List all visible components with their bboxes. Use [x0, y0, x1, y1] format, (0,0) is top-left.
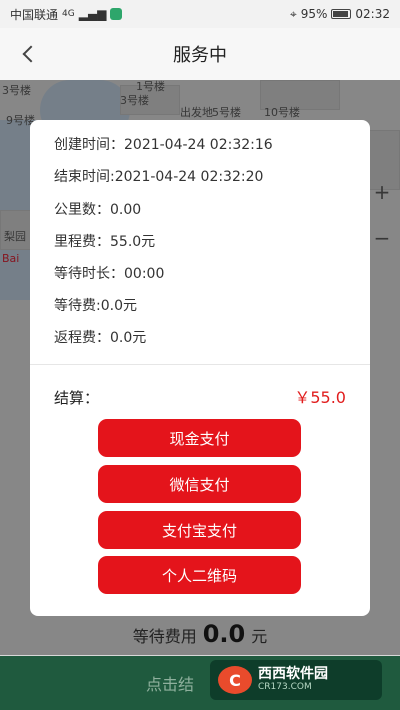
- divider: [30, 364, 370, 365]
- signal-icon: ▂▄▆: [78, 7, 107, 21]
- mileage-fee-row: 里程费：55.0元: [54, 231, 155, 251]
- row-label: 结束时间:: [54, 169, 115, 185]
- row-label: 等待费:: [54, 298, 101, 314]
- page-title: 服务中: [173, 45, 227, 66]
- distance-row: 公里数：0.00: [54, 199, 141, 219]
- wait-fee-unit: 元: [251, 627, 268, 646]
- status-bar: 中国联通 4G ▂▄▆ ⌖ 95% 02:32: [0, 0, 400, 28]
- total-amount: ￥55.0: [294, 388, 346, 407]
- end-trip-label: 点击结: [146, 675, 195, 694]
- return-fee-row: 返程费：0.0元: [54, 327, 146, 347]
- clock: 02:32: [355, 7, 390, 21]
- network-label: 4G: [62, 9, 75, 19]
- battery-percent: 95%: [300, 7, 328, 21]
- battery-icon: [331, 9, 352, 19]
- total-label: 结算：: [54, 389, 100, 407]
- row-label: 创建时间：: [54, 137, 124, 153]
- row-value: 0.0元: [100, 298, 137, 314]
- row-value: 2021-04-24 02:32:20: [114, 169, 264, 185]
- wechat-pay-button[interactable]: 微信支付: [98, 465, 301, 503]
- carrier-label: 中国联通: [10, 7, 59, 22]
- row-value: 2021-04-24 02:32:16: [124, 137, 273, 153]
- wait-fee-summary: 等待费用 0.0 元: [0, 612, 400, 656]
- wait-fee-row: 等待费:0.0元: [54, 295, 137, 315]
- wait-fee-value: 0.0: [202, 620, 246, 648]
- personal-qr-button[interactable]: 个人二维码: [98, 556, 301, 594]
- end-time-row: 结束时间:2021-04-24 02:32:20: [54, 166, 263, 186]
- wait-fee-label: 等待费用: [132, 627, 197, 646]
- cash-pay-button[interactable]: 现金支付: [98, 419, 301, 457]
- row-value: 0.00: [110, 202, 142, 218]
- wechat-notification-icon: [110, 8, 123, 20]
- watermark-subtitle: CR173.COM: [258, 681, 312, 692]
- nav-bar: 服务中: [0, 28, 400, 80]
- row-label: 里程费：: [54, 234, 110, 250]
- location-icon: ⌖: [289, 6, 297, 21]
- watermark-title: 西西软件园: [258, 666, 328, 683]
- watermark: C 西西软件园 CR173.COM: [210, 660, 382, 700]
- row-label: 返程费：: [54, 330, 110, 346]
- settlement-dialog: 创建时间：2021-04-24 02:32:16 结束时间:2021-04-24…: [30, 120, 370, 616]
- alipay-button[interactable]: 支付宝支付: [98, 511, 301, 549]
- row-value: 0.0元: [110, 330, 147, 346]
- back-button[interactable]: [16, 38, 46, 70]
- wait-duration-row: 等待时长：00:00: [54, 263, 164, 283]
- row-label: 公里数：: [54, 202, 110, 218]
- row-value: 00:00: [124, 266, 165, 282]
- row-value: 55.0元: [110, 234, 156, 250]
- create-time-row: 创建时间：2021-04-24 02:32:16: [54, 134, 273, 154]
- watermark-logo-icon: C: [218, 666, 252, 694]
- chevron-left-icon: [22, 45, 40, 63]
- row-label: 等待时长：: [54, 266, 124, 282]
